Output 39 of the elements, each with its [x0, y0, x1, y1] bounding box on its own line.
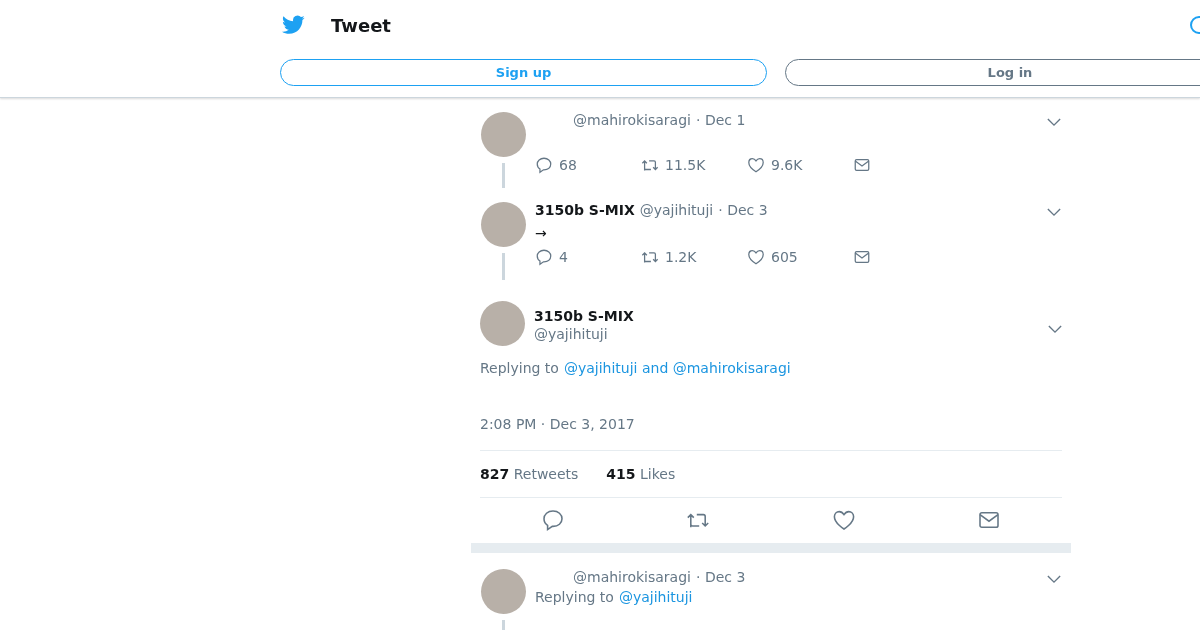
user-handle[interactable]: @mahirokisaragi: [573, 569, 691, 585]
user-handle[interactable]: @mahirokisaragi: [573, 112, 691, 128]
heart-icon[interactable]: [747, 156, 765, 174]
log-in-button[interactable]: Log in: [785, 59, 1200, 86]
like-count: 605: [771, 249, 798, 265]
retweet-count: 1.2K: [665, 249, 697, 265]
tweet-text: →: [535, 224, 548, 243]
user-handle[interactable]: @yajihituji: [639, 202, 714, 218]
comment-icon[interactable]: [535, 156, 553, 174]
reply-count: 68: [559, 157, 577, 173]
page-title: Tweet: [331, 14, 391, 36]
sign-up-button[interactable]: Sign up: [280, 59, 767, 86]
heart-icon[interactable]: [831, 508, 856, 532]
envelope-icon[interactable]: [853, 156, 871, 174]
mention-link[interactable]: @yajihituji and @mahirokisaragi: [563, 360, 791, 376]
tweet-date[interactable]: · Dec 3: [718, 202, 768, 218]
comment-icon[interactable]: [535, 248, 553, 266]
envelope-icon[interactable]: [853, 248, 871, 266]
retweet-count: 11.5K: [665, 157, 706, 173]
user-handle[interactable]: @yajihituji: [534, 325, 634, 343]
reply-count: 4: [559, 249, 568, 265]
chevron-down-icon[interactable]: [1047, 207, 1061, 217]
chevron-down-icon[interactable]: [1048, 325, 1062, 334]
bird-logo-icon[interactable]: [282, 15, 305, 35]
like-count: 9.6K: [771, 157, 803, 173]
comment-icon[interactable]: [540, 508, 565, 532]
tweet-date[interactable]: · Dec 3: [696, 569, 746, 585]
tweet-date[interactable]: · Dec 1: [696, 112, 746, 128]
replying-label: Replying to: [535, 589, 614, 605]
heart-icon[interactable]: [747, 248, 765, 266]
retweet-count[interactable]: 827 Retweets: [480, 466, 579, 482]
mention-link[interactable]: @yajihituji: [618, 589, 693, 605]
like-count[interactable]: 415 Likes: [606, 466, 676, 482]
display-name[interactable]: 3150b S-MIX: [534, 307, 634, 325]
chevron-down-icon[interactable]: [1047, 574, 1061, 584]
tweet-timestamp: 2:08 PM · Dec 3, 2017: [480, 416, 636, 434]
display-name[interactable]: 3150b S-MIX: [535, 202, 635, 218]
replying-label: Replying to: [480, 360, 559, 376]
chevron-down-icon[interactable]: [1047, 117, 1061, 127]
